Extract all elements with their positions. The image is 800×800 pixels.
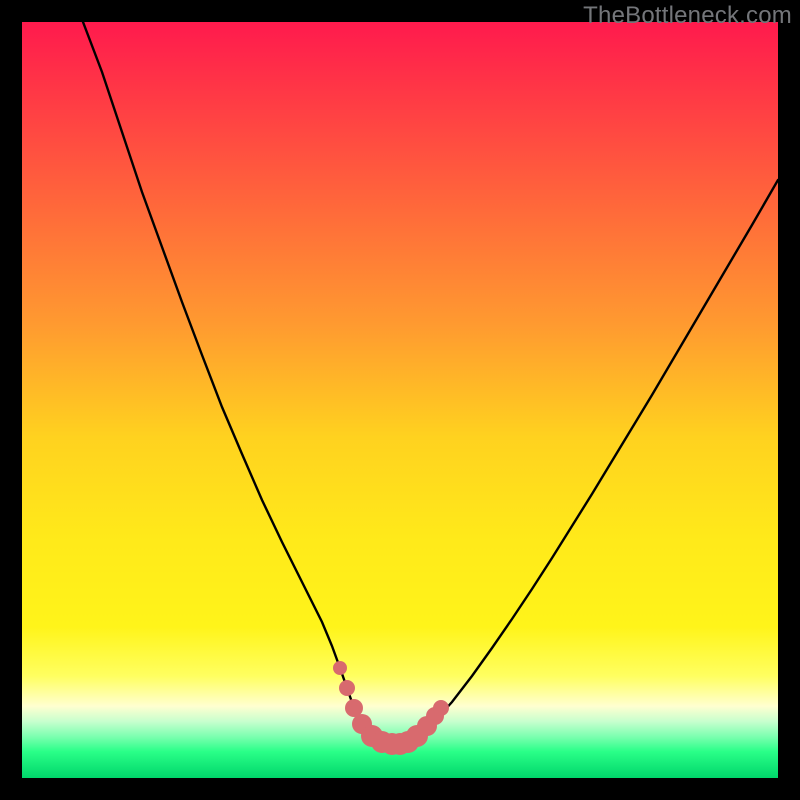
chart-frame: TheBottleneck.com <box>0 0 800 800</box>
chart-svg <box>22 22 778 778</box>
plot-area <box>22 22 778 778</box>
watermark-text: TheBottleneck.com <box>583 2 792 30</box>
curve-marker <box>433 700 449 716</box>
curve-marker <box>333 661 347 675</box>
curve-marker <box>339 680 355 696</box>
gradient-background <box>22 22 778 778</box>
